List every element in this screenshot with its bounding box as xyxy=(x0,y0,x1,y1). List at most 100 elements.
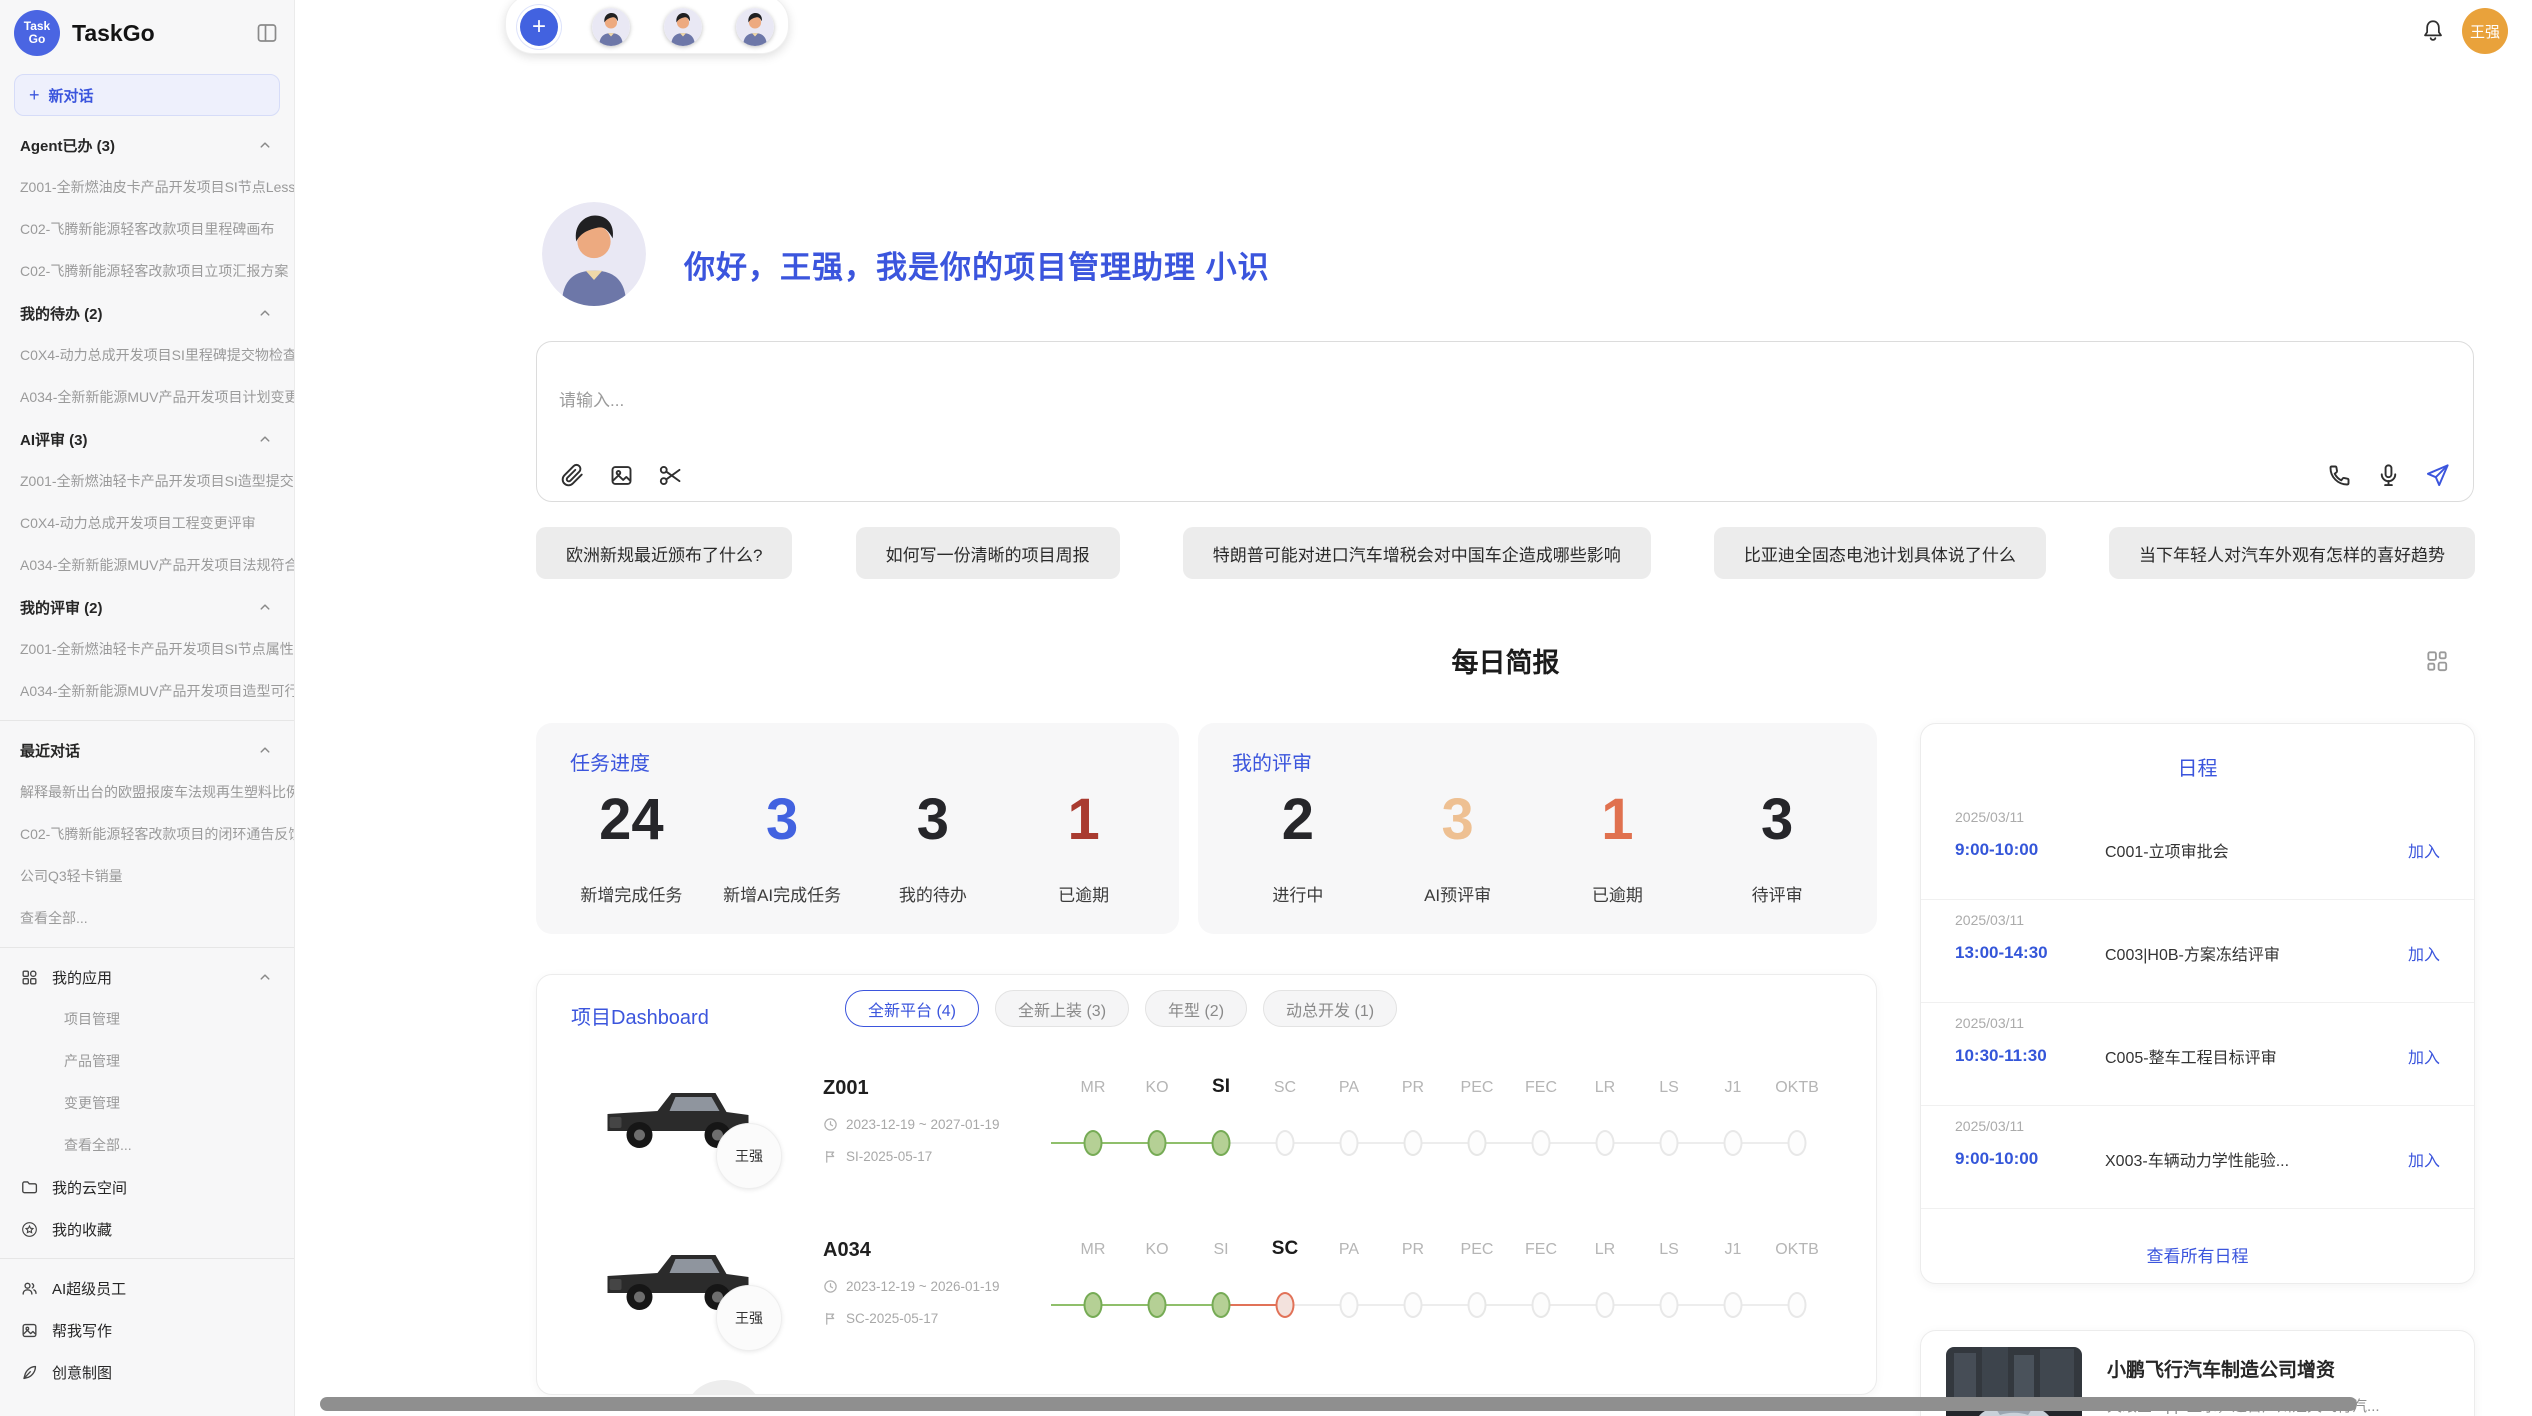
phone-call-icon[interactable] xyxy=(2326,462,2353,489)
input-toolbar-left xyxy=(559,462,684,489)
suggestion-chip[interactable]: 当下年轻人对汽车外观有怎样的喜好趋势 xyxy=(2109,527,2475,579)
milestone-node[interactable] xyxy=(1084,1292,1103,1318)
milestone-node[interactable] xyxy=(1532,1292,1551,1318)
sidebar-link-folder[interactable]: 我的云空间 xyxy=(0,1166,294,1208)
sidebar-tool-pen[interactable]: 创意制图 xyxy=(0,1351,294,1393)
milestone-node[interactable] xyxy=(1724,1292,1743,1318)
milestone-node[interactable] xyxy=(1404,1130,1423,1156)
recent-chat-item[interactable]: 解释最新出台的欧盟报废车法规再生塑料比例被调至15%... xyxy=(0,771,294,813)
session-avatar[interactable] xyxy=(664,8,702,46)
sidebar-app-item[interactable]: 项目管理 xyxy=(0,998,294,1040)
join-button[interactable]: 加入 xyxy=(2408,838,2440,862)
project-dates: 2023-12-19 ~ 2026-01-19 xyxy=(823,1279,1000,1294)
join-button[interactable]: 加入 xyxy=(2408,1044,2440,1068)
user-avatar[interactable]: 王强 xyxy=(2462,8,2508,54)
sidebar-item[interactable]: A034-全新新能源MUV产品开发项目法规符合性评审 xyxy=(0,544,294,586)
sidebar-app-item[interactable]: 产品管理 xyxy=(0,1040,294,1082)
recent-chats-header[interactable]: 最近对话 xyxy=(0,729,294,771)
join-button[interactable]: 加入 xyxy=(2408,1147,2440,1171)
sidebar-section-header[interactable]: 我的评审 (2) xyxy=(0,586,294,628)
recent-chat-item[interactable]: 公司Q3轻卡销量 xyxy=(0,855,294,897)
milestone-node[interactable] xyxy=(1532,1130,1551,1156)
sidebar-app-item[interactable]: 变更管理 xyxy=(0,1082,294,1124)
milestone-node[interactable] xyxy=(1596,1292,1615,1318)
sidebar-my-apps[interactable]: 我的应用 xyxy=(0,956,294,998)
milestone-node[interactable] xyxy=(1340,1292,1359,1318)
send-icon[interactable] xyxy=(2424,462,2451,489)
chat-input[interactable] xyxy=(557,384,2457,448)
milestone-node[interactable] xyxy=(1212,1292,1231,1318)
milestone-node[interactable] xyxy=(1404,1292,1423,1318)
stat-label: AI预评审 xyxy=(1378,881,1538,906)
sidebar-item[interactable]: C0X4-动力总成开发项目工程变更评审 xyxy=(0,502,294,544)
add-session-button[interactable]: + xyxy=(520,8,558,46)
session-avatar[interactable] xyxy=(736,8,774,46)
sidebar-section-header[interactable]: Agent已办 (3) xyxy=(0,124,294,166)
suggestion-chip[interactable]: 特朗普可能对进口汽车增税会对中国车企造成哪些影响 xyxy=(1183,527,1651,579)
collapse-sidebar-button[interactable] xyxy=(254,20,280,46)
microphone-icon[interactable] xyxy=(2375,462,2402,489)
milestone-label: FEC xyxy=(1525,1079,1557,1097)
milestone-label: OKTB xyxy=(1775,1079,1819,1097)
attachment-icon[interactable] xyxy=(559,462,586,489)
project-code[interactable]: Z001 xyxy=(823,1077,869,1100)
tool-label: AI超级员工 xyxy=(52,1278,274,1299)
suggestion-chip[interactable]: 欧洲新规最近颁布了什么? xyxy=(536,527,792,579)
milestone-node[interactable] xyxy=(1148,1292,1167,1318)
milestone-node[interactable] xyxy=(1276,1130,1295,1156)
sidebar-section-header[interactable]: 我的待办 (2) xyxy=(0,292,294,334)
sidebar-item[interactable]: C02-飞腾新能源轻客改款项目立项汇报方案 xyxy=(0,250,294,292)
schedule-time: 13:00-14:30 xyxy=(1955,943,2105,963)
project-code[interactable]: A034 xyxy=(823,1239,871,1262)
sidebar-tool-image[interactable]: 帮我写作 xyxy=(0,1309,294,1351)
sidebar-item[interactable]: Z001-全新燃油轻卡产品开发项目SI节点属性5D文件评审 xyxy=(0,628,294,670)
sidebar: Task Go TaskGo + 新对话 Agent已办 (3)Z001-全新燃… xyxy=(0,0,295,1416)
sidebar-item[interactable]: C02-飞腾新能源轻客改款项目里程碑画布 xyxy=(0,208,294,250)
sidebar-app-item[interactable]: 查看全部... xyxy=(0,1124,294,1166)
milestone-node[interactable] xyxy=(1212,1130,1231,1156)
join-button[interactable]: 加入 xyxy=(2408,941,2440,965)
suggestion-chip[interactable]: 如何写一份清晰的项目周报 xyxy=(856,527,1120,579)
new-chat-button[interactable]: + 新对话 xyxy=(14,74,280,116)
milestone-node[interactable] xyxy=(1084,1130,1103,1156)
sidebar-link-star[interactable]: 我的收藏 xyxy=(0,1208,294,1250)
section-title: 我的待办 (2) xyxy=(20,303,103,324)
chevron-up-icon xyxy=(256,968,274,986)
sidebar-tool-people[interactable]: AI超级员工 xyxy=(0,1267,294,1309)
stat: 3我的待办 xyxy=(858,785,1009,906)
suggestion-chip[interactable]: 比亚迪全固态电池计划具体说了什么 xyxy=(1714,527,2046,579)
chat-input-box xyxy=(536,341,2474,502)
sidebar-item[interactable]: C0X4-动力总成开发项目SI里程碑提交物检查 xyxy=(0,334,294,376)
session-avatar[interactable] xyxy=(592,8,630,46)
schedule-row: 13:00-14:30C003|H0B-方案冻结评审加入 xyxy=(1955,941,2440,965)
milestone-node[interactable] xyxy=(1468,1292,1487,1318)
notifications-bell-button[interactable] xyxy=(2420,18,2446,44)
milestone-node[interactable] xyxy=(1276,1292,1295,1318)
milestone-node[interactable] xyxy=(1148,1130,1167,1156)
horizontal-scrollbar[interactable] xyxy=(320,1397,2357,1411)
sidebar-item[interactable]: Z001-全新燃油皮卡产品开发项目SI节点Lesson Learn报告 xyxy=(0,166,294,208)
scissors-icon[interactable] xyxy=(657,462,684,489)
sidebar-item[interactable]: A034-全新新能源MUV产品开发项目造型可行性评审 xyxy=(0,670,294,712)
schedule-time: 9:00-10:00 xyxy=(1955,1149,2105,1169)
layout-grid-icon[interactable] xyxy=(2424,648,2450,674)
milestone-node[interactable] xyxy=(1660,1292,1679,1318)
sidebar-section-header[interactable]: AI评审 (3) xyxy=(0,418,294,460)
view-all-link[interactable]: 查看全部... xyxy=(0,897,294,939)
stat-label: 进行中 xyxy=(1218,881,1378,906)
milestone-node[interactable] xyxy=(1596,1130,1615,1156)
milestone-node[interactable] xyxy=(1724,1130,1743,1156)
sidebar-item[interactable]: A034-全新新能源MUV产品开发项目计划变更表编写 xyxy=(0,376,294,418)
milestone-node[interactable] xyxy=(1788,1130,1807,1156)
milestone-node[interactable] xyxy=(1660,1130,1679,1156)
stat-label: 新增AI完成任务 xyxy=(707,881,858,906)
my-reviews-card: 我的评审 2进行中3AI预评审1已逾期3待评审 xyxy=(1198,723,1877,934)
milestone-node[interactable] xyxy=(1340,1130,1359,1156)
image-upload-icon[interactable] xyxy=(608,462,635,489)
view-all-schedule-link[interactable]: 查看所有日程 xyxy=(1921,1242,2474,1267)
milestone-node[interactable] xyxy=(1468,1130,1487,1156)
milestone-node[interactable] xyxy=(1788,1292,1807,1318)
recent-chat-item[interactable]: C02-飞腾新能源轻客改款项目的闭环通告反馈情况 xyxy=(0,813,294,855)
stat-value: 3 xyxy=(1697,785,1857,855)
sidebar-item[interactable]: Z001-全新燃油轻卡产品开发项目SI造型提交物评审 xyxy=(0,460,294,502)
